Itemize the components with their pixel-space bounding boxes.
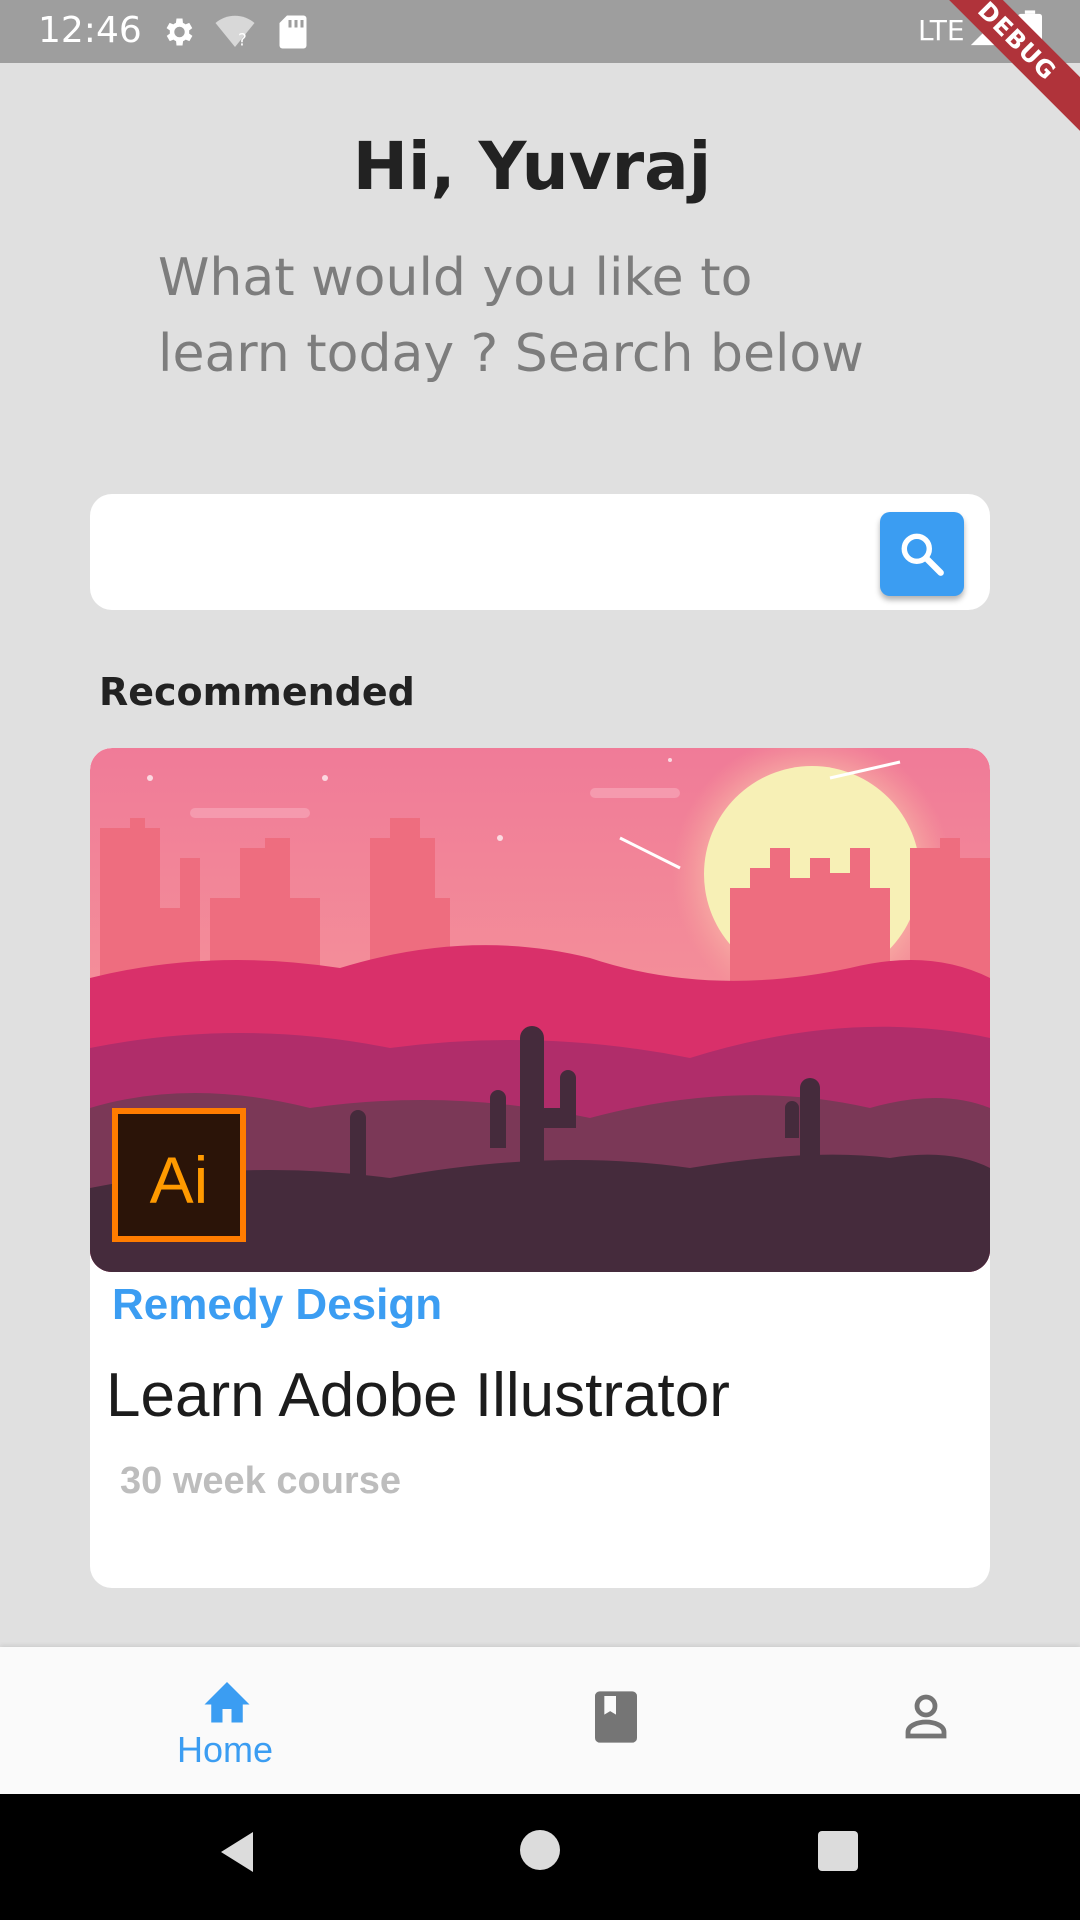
settings-icon	[160, 14, 196, 55]
nav-item-library[interactable]	[560, 1647, 670, 1794]
course-provider: Remedy Design	[112, 1280, 443, 1329]
status-bar: 12:46 ? LTE DEBUG	[0, 0, 1080, 143]
person-icon	[905, 1694, 947, 1739]
network-type: LTE	[918, 14, 965, 47]
course-duration: 30 week course	[120, 1460, 401, 1502]
nav-item-home[interactable]: Home	[140, 1647, 310, 1794]
search-box	[90, 494, 990, 610]
svg-text:?: ?	[238, 31, 247, 50]
wifi-unknown-icon: ?	[214, 14, 256, 55]
home-circle-icon[interactable]	[520, 1830, 560, 1870]
sd-card-icon	[278, 14, 308, 55]
course-card[interactable]: Ai Remedy Design Learn Adobe Illustrator…	[90, 748, 990, 1588]
system-navigation-bar	[0, 1794, 1080, 1920]
nav-item-profile[interactable]	[870, 1647, 980, 1794]
search-icon	[901, 533, 944, 576]
ai-badge: Ai	[150, 1143, 209, 1217]
search-input[interactable]	[114, 512, 858, 594]
greeting-title: Hi, Yuvraj	[352, 128, 712, 205]
section-title-recommended: Recommended	[99, 670, 415, 714]
recents-icon[interactable]	[818, 1831, 858, 1871]
home-icon	[204, 1682, 250, 1723]
status-time: 12:46	[38, 10, 142, 51]
nav-label-home: Home	[176, 1729, 274, 1770]
search-button[interactable]	[880, 512, 964, 596]
app-screen: 12:46 ? LTE DEBUG Hi, Yuvraj What would …	[0, 0, 1080, 1920]
back-icon[interactable]	[216, 1828, 258, 1876]
greeting-subtitle: What would you like to learn today ? Sea…	[158, 248, 864, 384]
book-icon	[595, 1691, 637, 1743]
desert-illustration: Ai	[90, 748, 990, 1272]
course-image: Ai	[90, 748, 990, 1272]
bottom-navigation: Home	[0, 1647, 1080, 1794]
course-title: Learn Adobe Illustrator	[106, 1361, 730, 1430]
